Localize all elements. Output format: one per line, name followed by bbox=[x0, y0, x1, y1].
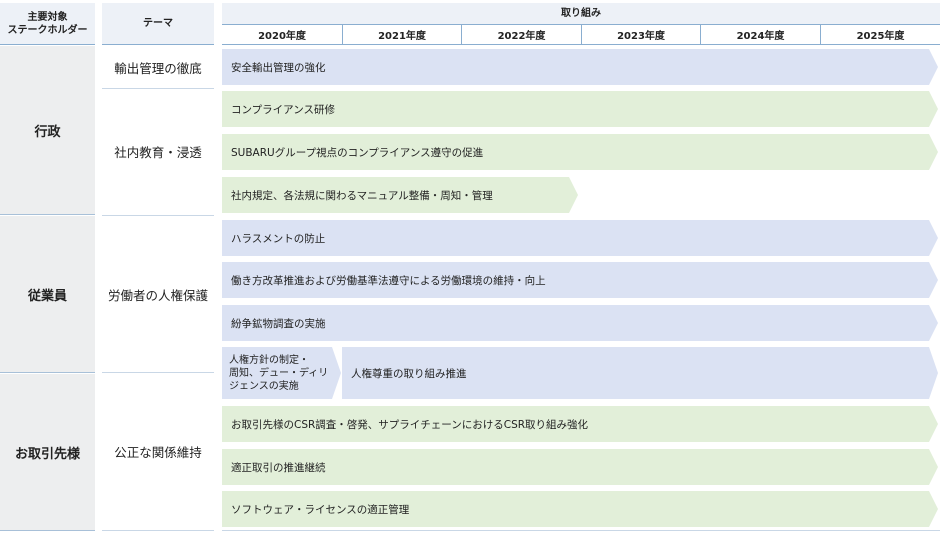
initiative-export-control: 安全輸出管理の強化 bbox=[222, 49, 938, 85]
year-2022: 2022年度 bbox=[461, 24, 581, 45]
initiative-manual-maintenance: 社内規定、各法規に関わるマニュアル整備・周知・管理 bbox=[222, 177, 578, 213]
stakeholder-employees: 従業員 bbox=[0, 216, 95, 372]
initiative-harassment-prevention: ハラスメントの防止 bbox=[222, 220, 938, 256]
divider bbox=[0, 372, 95, 373]
theme-human-rights: 労働者の人権保護 bbox=[102, 216, 214, 372]
initiative-supplier-csr: お取引先様のCSR調査・啓発、サプライチェーンにおけるCSR取り組み強化 bbox=[222, 406, 938, 442]
header-stakeholder: 主要対象 ステークホルダー bbox=[0, 3, 95, 44]
year-2025: 2025年度 bbox=[820, 24, 940, 45]
divider bbox=[0, 214, 95, 215]
initiative-label: ソフトウェア・ライセンスの適正管理 bbox=[231, 503, 410, 516]
year-2024: 2024年度 bbox=[700, 24, 820, 45]
divider bbox=[222, 530, 940, 531]
initiative-label: 社内規定、各法規に関わるマニュアル整備・周知・管理 bbox=[231, 189, 493, 202]
year-2020: 2020年度 bbox=[222, 24, 342, 45]
initiative-fair-trade: 適正取引の推進継続 bbox=[222, 449, 938, 485]
theme-fair-relations: 公正な関係維持 bbox=[102, 373, 214, 530]
year-header-row: 2020年度 2021年度 2022年度 2023年度 2024年度 2025年… bbox=[222, 24, 940, 45]
divider bbox=[102, 44, 214, 45]
header-theme: テーマ bbox=[102, 3, 214, 44]
theme-export-control: 輸出管理の徹底 bbox=[102, 46, 214, 88]
initiative-label: SUBARUグループ視点のコンプライアンス遵守の促進 bbox=[231, 146, 484, 159]
initiative-label: 人権方針の制定・ 周知、デュー・ディリ ジェンスの実施 bbox=[229, 354, 329, 392]
initiative-software-license: ソフトウェア・ライセンスの適正管理 bbox=[222, 491, 938, 527]
initiative-conflict-minerals: 紛争鉱物調査の実施 bbox=[222, 305, 938, 341]
divider bbox=[0, 530, 95, 531]
initiative-work-style-reform: 働き方改革推進および労働基準法遵守による労働環境の維持・向上 bbox=[222, 262, 938, 298]
initiative-human-rights-respect: 人権尊重の取り組み推進 bbox=[342, 347, 938, 399]
initiative-label: ハラスメントの防止 bbox=[231, 232, 326, 245]
stakeholder-government: 行政 bbox=[0, 46, 95, 214]
initiative-label: 紛争鉱物調査の実施 bbox=[231, 317, 326, 330]
initiative-label: 安全輸出管理の強化 bbox=[231, 61, 326, 74]
initiative-label: 働き方改革推進および労働基準法遵守による労働環境の維持・向上 bbox=[231, 274, 546, 287]
theme-internal-education: 社内教育・浸透 bbox=[102, 89, 214, 214]
initiative-label: コンプライアンス研修 bbox=[231, 103, 336, 116]
initiative-group-compliance: SUBARUグループ視点のコンプライアンス遵守の促進 bbox=[222, 134, 938, 170]
year-2023: 2023年度 bbox=[581, 24, 700, 45]
initiative-human-rights-policy: 人権方針の制定・ 周知、デュー・ディリ ジェンスの実施 bbox=[222, 347, 341, 399]
initiative-label: お取引先様のCSR調査・啓発、サプライチェーンにおけるCSR取り組み強化 bbox=[231, 418, 589, 431]
initiative-label: 人権尊重の取り組み推進 bbox=[351, 367, 467, 380]
stakeholder-business-partners: お取引先様 bbox=[0, 374, 95, 530]
divider bbox=[102, 530, 214, 531]
initiative-compliance-training: コンプライアンス研修 bbox=[222, 91, 938, 127]
header-initiatives: 取り組み bbox=[222, 3, 940, 24]
initiative-label: 適正取引の推進継続 bbox=[231, 461, 326, 474]
year-2021: 2021年度 bbox=[342, 24, 461, 45]
divider bbox=[0, 44, 95, 45]
